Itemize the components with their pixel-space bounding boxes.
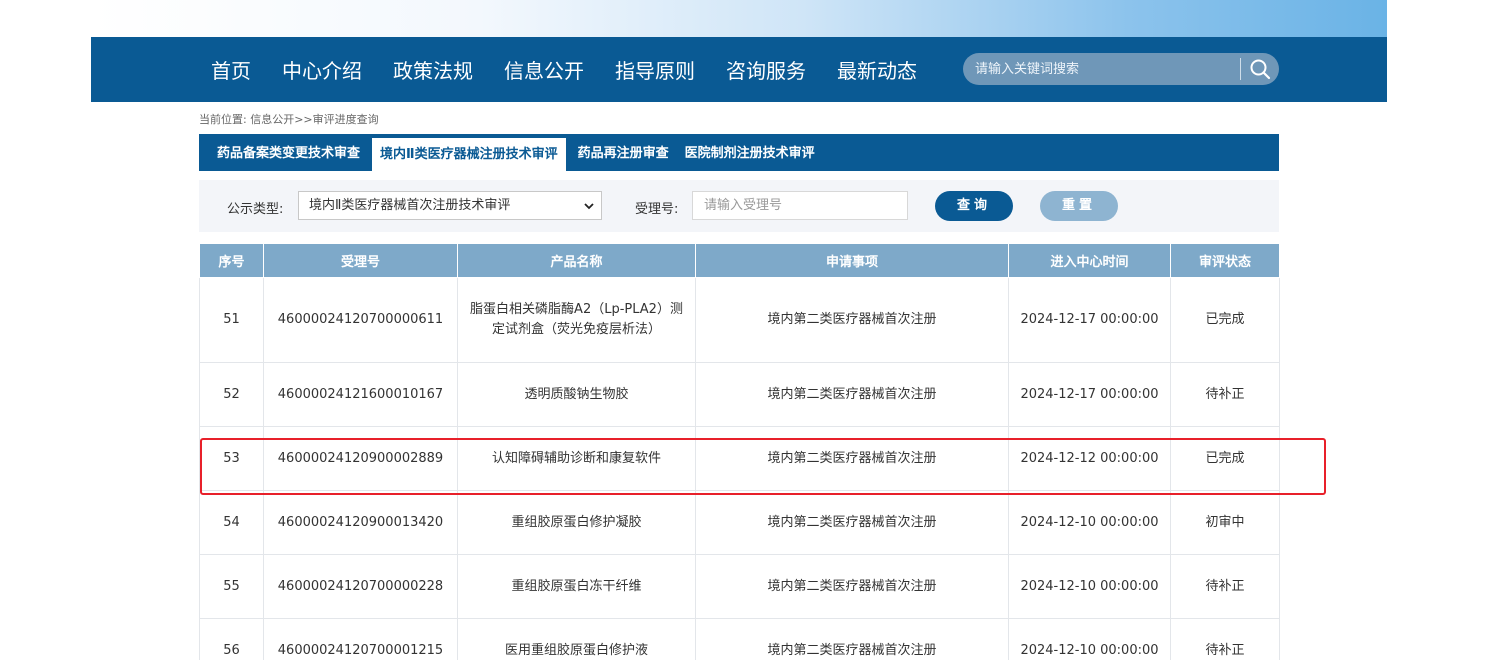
cell-entry-time: 2024-12-12 00:00:00: [1008, 426, 1171, 491]
tab-hospital-preparation[interactable]: 医院制剂注册技术审评: [677, 134, 823, 171]
search-box: [963, 53, 1279, 85]
cell-entry-time: 2024-12-10 00:00:00: [1008, 554, 1171, 619]
cell-product-name: 医用重组胶原蛋白修护液: [457, 618, 696, 660]
cell-entry-time: 2024-12-10 00:00:00: [1008, 490, 1171, 555]
cell-product-name: 脂蛋白相关磷脂酶A2（Lp-PLA2）测定试剂盒（荧光免疫层析法）: [457, 277, 696, 363]
main-navbar: 首页 中心介绍 政策法规 信息公开 指导原则 咨询服务 最新动态: [91, 37, 1387, 102]
cell-status: 待补正: [1170, 554, 1280, 619]
cell-status: 已完成: [1170, 277, 1280, 363]
nav-item-info-public[interactable]: 信息公开: [504, 55, 584, 84]
category-tabs: 药品备案类变更技术审查 境内Ⅱ类医疗器械注册技术审评 药品再注册审查 医院制剂注…: [199, 134, 1279, 171]
table-row: 53 46000024120900002889 认知障碍辅助诊断和康复软件 境内…: [199, 426, 1280, 491]
chevron-down-icon: [584, 203, 594, 210]
cell-accept-number: 46000024120900002889: [263, 426, 458, 491]
cell-status: 已完成: [1170, 426, 1280, 491]
cell-no: 52: [199, 362, 264, 427]
cell-application: 境内第二类医疗器械首次注册: [695, 554, 1009, 619]
cell-accept-number: 46000024120900013420: [263, 490, 458, 555]
nav-item-policy[interactable]: 政策法规: [393, 55, 473, 84]
cell-accept-number: 46000024120700000611: [263, 277, 458, 363]
table-row: 52 46000024121600010167 透明质酸钠生物胶 境内第二类医疗…: [199, 362, 1280, 427]
table-row: 56 46000024120700001215 医用重组胶原蛋白修护液 境内第二…: [199, 618, 1280, 660]
table-row: 51 46000024120700000611 脂蛋白相关磷脂酶A2（Lp-PL…: [199, 277, 1280, 363]
col-header-product-name: 产品名称: [457, 243, 696, 278]
cell-no: 56: [199, 618, 264, 660]
col-header-entry-time: 进入中心时间: [1008, 243, 1171, 278]
cell-entry-time: 2024-12-17 00:00:00: [1008, 362, 1171, 427]
nav-item-guidelines[interactable]: 指导原则: [615, 55, 695, 84]
table-row: 54 46000024120900013420 重组胶原蛋白修护凝胶 境内第二类…: [199, 490, 1280, 555]
col-header-status: 审评状态: [1170, 243, 1280, 278]
cell-status: 初审中: [1170, 490, 1280, 555]
breadcrumb: 当前位置: 信息公开>>审评进度查询: [199, 113, 379, 126]
nav-item-about[interactable]: 中心介绍: [282, 55, 362, 84]
cell-accept-number: 46000024120700001215: [263, 618, 458, 660]
reset-button[interactable]: 重置: [1040, 191, 1118, 221]
tab-drug-reregistration[interactable]: 药品再注册审查: [570, 134, 677, 171]
table-row: 55 46000024120700000228 重组胶原蛋白冻干纤维 境内第二类…: [199, 554, 1280, 619]
type-label: 公示类型:: [227, 202, 284, 217]
cell-application: 境内第二类医疗器械首次注册: [695, 277, 1009, 363]
results-table: 序号 受理号 产品名称 申请事项 进入中心时间 审评状态 51 46000024…: [199, 243, 1280, 660]
cell-no: 53: [199, 426, 264, 491]
cell-product-name: 重组胶原蛋白冻干纤维: [457, 554, 696, 619]
search-icon: [1250, 59, 1271, 80]
tab-drug-filing-change[interactable]: 药品备案类变更技术审查: [209, 134, 368, 171]
search-input[interactable]: [963, 53, 1240, 85]
nav-item-news[interactable]: 最新动态: [837, 55, 917, 84]
cell-accept-number: 46000024121600010167: [263, 362, 458, 427]
accept-label: 受理号:: [635, 202, 679, 217]
cell-application: 境内第二类医疗器械首次注册: [695, 618, 1009, 660]
nav-item-consult[interactable]: 咨询服务: [726, 55, 806, 84]
cell-entry-time: 2024-12-10 00:00:00: [1008, 618, 1171, 660]
nav-item-home[interactable]: 首页: [211, 55, 251, 84]
cell-application: 境内第二类医疗器械首次注册: [695, 426, 1009, 491]
search-button[interactable]: [1241, 53, 1279, 85]
type-select[interactable]: 境内Ⅱ类医疗器械首次注册技术审评: [298, 191, 602, 220]
query-button[interactable]: 查询: [935, 191, 1013, 221]
accept-number-input[interactable]: [692, 191, 908, 220]
table-header-row: 序号 受理号 产品名称 申请事项 进入中心时间 审评状态: [199, 243, 1280, 278]
cell-accept-number: 46000024120700000228: [263, 554, 458, 619]
top-banner: [91, 0, 1387, 37]
cell-product-name: 重组胶原蛋白修护凝胶: [457, 490, 696, 555]
type-select-value: 境内Ⅱ类医疗器械首次注册技术审评: [309, 198, 511, 213]
col-header-application: 申请事项: [695, 243, 1009, 278]
filter-bar: 公示类型: 境内Ⅱ类医疗器械首次注册技术审评 受理号: 查询 重置: [199, 180, 1279, 232]
cell-application: 境内第二类医疗器械首次注册: [695, 490, 1009, 555]
cell-status: 待补正: [1170, 362, 1280, 427]
cell-no: 55: [199, 554, 264, 619]
tab-domestic-class2-device[interactable]: 境内Ⅱ类医疗器械注册技术审评: [372, 138, 566, 171]
cell-application: 境内第二类医疗器械首次注册: [695, 362, 1009, 427]
nav-menu: 首页 中心介绍 政策法规 信息公开 指导原则 咨询服务 最新动态: [211, 37, 948, 102]
cell-no: 54: [199, 490, 264, 555]
col-header-accept-number: 受理号: [263, 243, 458, 278]
cell-entry-time: 2024-12-17 00:00:00: [1008, 277, 1171, 363]
cell-product-name: 透明质酸钠生物胶: [457, 362, 696, 427]
cell-status: 待补正: [1170, 618, 1280, 660]
cell-product-name: 认知障碍辅助诊断和康复软件: [457, 426, 696, 491]
col-header-no: 序号: [199, 243, 264, 278]
cell-no: 51: [199, 277, 264, 363]
